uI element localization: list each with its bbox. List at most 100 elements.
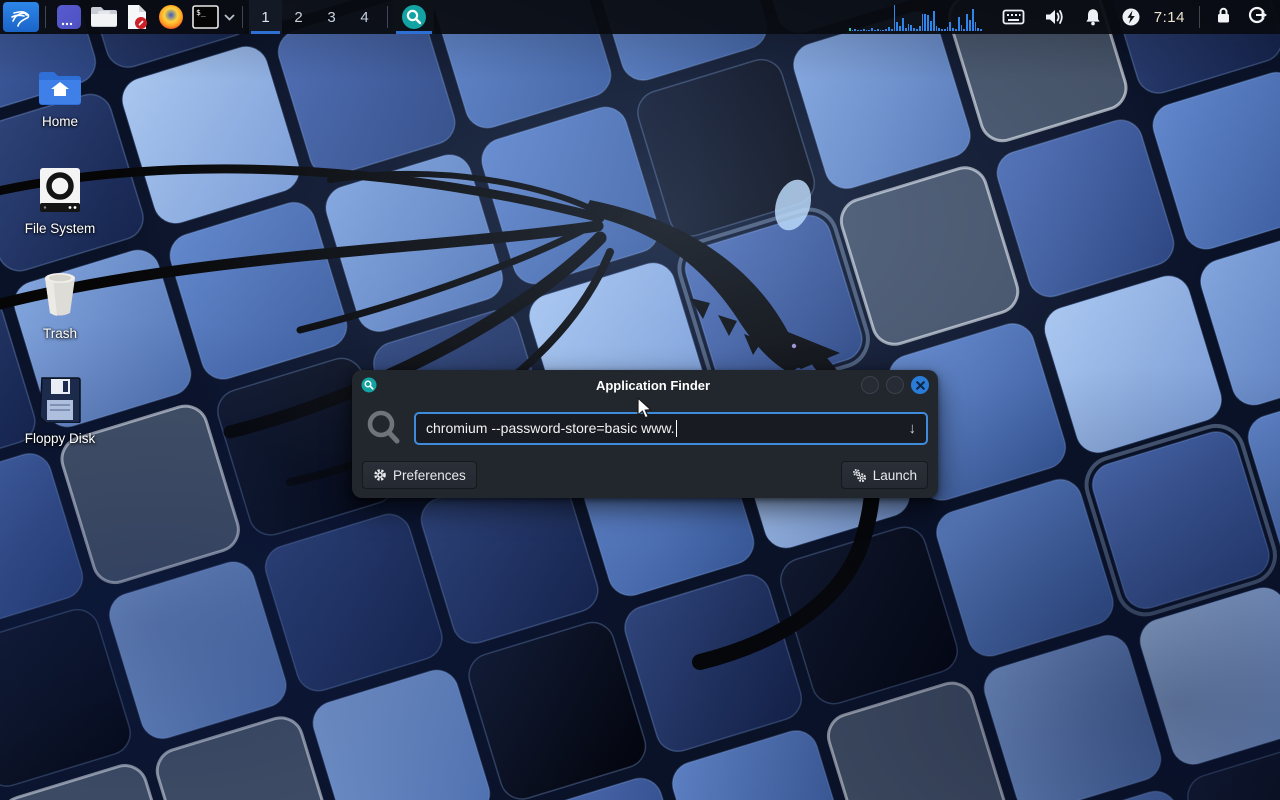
desktop-icon-label: Floppy Disk (25, 431, 96, 446)
terminal-dropdown-chevron[interactable] (222, 2, 236, 32)
cpu-bar (908, 24, 910, 31)
desktop-icon-label: Home (42, 114, 78, 129)
preferences-button[interactable]: Preferences (362, 461, 477, 489)
cpu-bar (896, 22, 898, 31)
launcher-terminal[interactable]: $_ (190, 2, 220, 32)
workspace-label: 3 (327, 9, 335, 26)
cpu-bar (863, 29, 865, 31)
launcher-text-editor[interactable] (122, 2, 152, 32)
active-underline (251, 31, 280, 34)
minimize-button[interactable] (861, 376, 879, 394)
appfinder-taskbar-icon (401, 4, 427, 30)
terminal-icon: $_ (192, 5, 219, 29)
desktop-icon-file-system[interactable]: File System (8, 159, 112, 236)
notifications-bell-icon[interactable] (1083, 7, 1103, 27)
logout-icon[interactable] (1247, 5, 1268, 30)
launch-gears-icon (852, 468, 867, 483)
cpu-bar (888, 27, 890, 31)
workspace-label: 4 (360, 9, 368, 26)
launcher-file-manager[interactable] (88, 2, 118, 32)
cpu-bar (927, 15, 929, 31)
firefox-icon (158, 4, 184, 30)
history-dropdown-icon[interactable]: ↓ (909, 420, 917, 437)
text-caret (676, 420, 677, 437)
application-finder-window: Application Finder chromium --password-s… (352, 370, 938, 498)
cpu-bar (913, 28, 915, 31)
cpu-bar (866, 30, 868, 31)
desktop-icon-home[interactable]: Home (8, 52, 112, 129)
cpu-bar (905, 28, 907, 31)
launcher-firefox[interactable] (156, 2, 186, 32)
clock[interactable]: 7:14 (1154, 9, 1185, 26)
cpu-bar (961, 25, 963, 31)
desktop-icon-column: Home File System (8, 52, 112, 468)
desktop-icon-floppy-disk[interactable]: Floppy Disk (8, 369, 112, 446)
cpu-load-graph[interactable] (849, 3, 983, 31)
lock-screen-icon[interactable] (1214, 5, 1233, 30)
cpu-bar (894, 5, 896, 31)
cpu-bar (854, 29, 856, 31)
panel-separator (1199, 6, 1200, 28)
cpu-bar (933, 11, 935, 31)
titlebar[interactable]: Application Finder (352, 370, 938, 400)
desktop-root: Home File System (0, 0, 1280, 800)
cpu-bar (938, 28, 940, 31)
cpu-bar (944, 29, 946, 31)
applications-menu-button[interactable] (3, 2, 39, 32)
cpu-bar (868, 30, 870, 31)
cpu-bar (919, 26, 921, 31)
cpu-bar (977, 28, 979, 31)
cpu-bar (902, 18, 904, 31)
cpu-bar (924, 14, 926, 31)
kali-logo-icon (9, 5, 33, 29)
maximize-button[interactable] (886, 376, 904, 394)
power-manager-icon[interactable] (1121, 7, 1141, 27)
command-text: chromium --password-store=basic www. (426, 420, 675, 436)
volume-icon[interactable] (1043, 7, 1065, 27)
cpu-bar (955, 29, 957, 31)
launch-button[interactable]: Launch (841, 461, 928, 489)
floppy-icon (39, 369, 81, 423)
cpu-bar (916, 29, 918, 31)
cpu-bar (949, 22, 951, 31)
workspace-2[interactable]: 2 (282, 0, 315, 34)
panel-separator (387, 6, 388, 28)
workspace-4[interactable]: 4 (348, 0, 381, 34)
cpu-bar (930, 21, 932, 31)
workspace-1[interactable]: 1 (249, 0, 282, 34)
system-tray (993, 7, 1150, 27)
cpu-bar (882, 30, 884, 31)
home-folder-icon (37, 52, 83, 106)
cpu-bar (966, 14, 968, 31)
command-input[interactable]: chromium --password-store=basic www. ↓ (414, 412, 928, 445)
preferences-label: Preferences (393, 468, 466, 483)
cpu-bar (952, 28, 954, 31)
window-title: Application Finder (377, 378, 929, 393)
workspace-3[interactable]: 3 (315, 0, 348, 34)
keyboard-indicator-icon[interactable] (1002, 7, 1025, 27)
desktop-icon-trash[interactable]: Trash (8, 264, 112, 341)
cpu-bar (963, 29, 965, 31)
close-icon (916, 381, 925, 390)
appfinder-window-icon (361, 377, 377, 393)
launcher-window-app[interactable] (54, 2, 84, 32)
top-panel: $_ 1 2 3 4 (0, 0, 1280, 34)
cpu-bar (880, 30, 882, 31)
cpu-bar (877, 29, 879, 31)
cpu-bar (972, 9, 974, 31)
workspace-label: 2 (294, 9, 302, 26)
text-editor-icon (125, 4, 149, 30)
cpu-bar (958, 17, 960, 31)
workspace-label: 1 (261, 9, 269, 26)
cpu-bar (857, 30, 859, 31)
gear-icon (373, 468, 387, 482)
cpu-bar (910, 25, 912, 31)
cpu-bar (980, 29, 982, 31)
taskbar-application-finder[interactable] (394, 0, 434, 34)
cpu-bar (969, 20, 971, 31)
desktop-icon-label: Trash (43, 326, 77, 341)
cpu-bar (922, 14, 924, 31)
cpu-bar (936, 26, 938, 31)
close-button[interactable] (911, 376, 929, 394)
cpu-bar (874, 30, 876, 31)
